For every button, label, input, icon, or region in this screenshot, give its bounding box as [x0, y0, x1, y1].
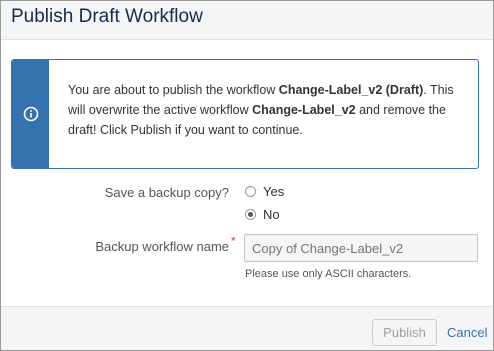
backup-name-input[interactable] — [244, 234, 478, 262]
draft-workflow-name: Change-Label_v2 (Draft) — [278, 83, 424, 97]
radio-no-label[interactable]: No — [263, 207, 280, 222]
radio-yes-label[interactable]: Yes — [263, 184, 284, 199]
backup-name-label: Backup workflow name — [95, 239, 229, 254]
cancel-link[interactable]: Cancel — [447, 325, 487, 340]
publish-draft-dialog: Publish Draft Workflow You are about to … — [0, 0, 494, 351]
info-text-part: You are about to publish the workflow — [68, 83, 279, 97]
radio-no-button[interactable] — [245, 209, 256, 220]
radio-option-yes[interactable]: Yes — [245, 184, 284, 199]
active-workflow-name: Change-Label_v2 — [252, 103, 356, 117]
info-message: You are about to publish the workflow Ch… — [11, 59, 479, 169]
radio-option-no[interactable]: No — [245, 207, 280, 222]
publish-button[interactable]: Publish — [372, 319, 437, 346]
radio-yes-button[interactable] — [245, 186, 256, 197]
dialog-title: Publish Draft Workflow — [11, 6, 203, 27]
info-icon — [23, 106, 39, 122]
info-strip — [12, 60, 49, 168]
info-message-text: You are about to publish the workflow Ch… — [68, 80, 458, 140]
dialog-header: Publish Draft Workflow — [1, 1, 493, 40]
backup-copy-label: Save a backup copy? — [104, 185, 229, 200]
ascii-hint: Please use only ASCII characters. — [245, 268, 412, 280]
required-indicator: * — [231, 234, 236, 248]
